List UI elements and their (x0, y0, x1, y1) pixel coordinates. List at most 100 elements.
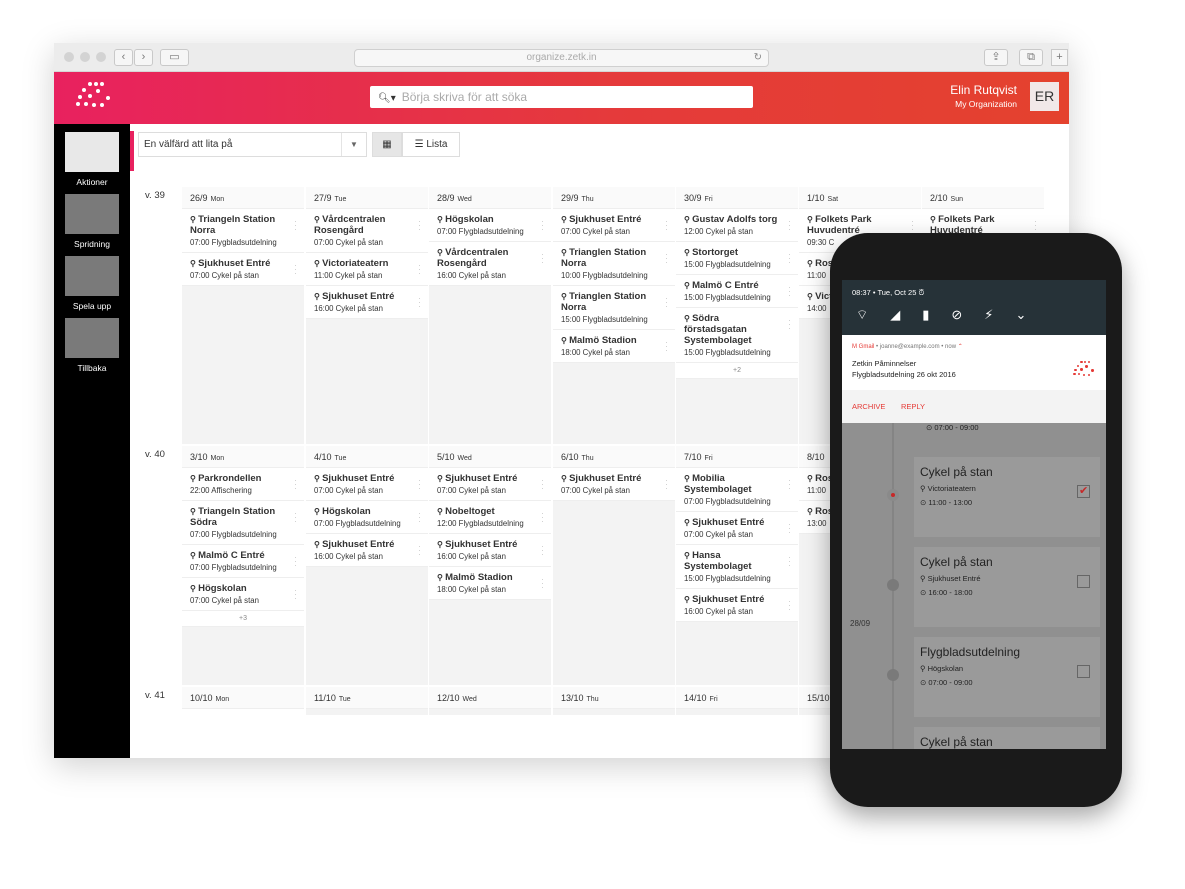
sidebar-item-spridning[interactable]: Spridning (65, 194, 119, 249)
reply-button[interactable]: REPLY (901, 402, 925, 411)
sidebar-item-tillbaka[interactable]: Tillbaka (65, 318, 119, 373)
event-item[interactable]: ⚲ Södra förstadsgatan Systembolaget 15:00… (676, 308, 798, 363)
event-item[interactable]: ⚲ Malmö Stadion 18:00 Cykel på stan · · · (429, 567, 551, 600)
kebab-menu-icon[interactable]: ··· (294, 217, 297, 234)
kebab-menu-icon[interactable]: ··· (788, 553, 791, 570)
kebab-menu-icon[interactable]: ··· (665, 476, 668, 493)
kebab-menu-icon[interactable]: ··· (788, 283, 791, 300)
kebab-menu-icon[interactable]: ··· (788, 316, 791, 333)
new-tab-icon[interactable]: + (1051, 49, 1068, 66)
more-events-link[interactable]: +2 (676, 363, 798, 379)
kebab-menu-icon[interactable]: ··· (788, 476, 791, 493)
event-item[interactable]: ⚲ Sjukhuset Entré 16:00 Cykel på stan · · · (429, 534, 551, 567)
kebab-menu-icon[interactable]: ··· (418, 217, 421, 234)
event-item[interactable]: ⚲ Sjukhuset Entré 16:00 Cykel på stan · · · (676, 589, 798, 622)
user-info[interactable]: Elin Rutqvist My Organization (950, 83, 1017, 109)
sidebar-item-spela-upp[interactable]: Spela upp (65, 256, 119, 311)
event-item[interactable]: ⚲ Nobeltoget 12:00 Flygbladsutdelning · · · (429, 501, 551, 534)
event-item[interactable]: ⚲ Sjukhuset Entré 07:00 Cykel på stan · · · (429, 468, 551, 501)
event-item[interactable]: ⚲ Sjukhuset Entré 07:00 Cykel på stan · · · (306, 468, 428, 501)
zetkin-logo[interactable] (74, 82, 114, 114)
kebab-menu-icon[interactable]: ··· (294, 476, 297, 493)
kebab-menu-icon[interactable]: ··· (541, 542, 544, 559)
tabs-icon[interactable]: ⧉ (1019, 49, 1043, 66)
kebab-menu-icon[interactable]: ··· (294, 586, 297, 603)
kebab-menu-icon[interactable]: ··· (418, 476, 421, 493)
event-item[interactable]: ⚲ Parkrondellen22:00 Affischering··· (182, 468, 304, 501)
kebab-menu-icon[interactable]: ··· (541, 250, 544, 267)
attend-checkbox[interactable] (1077, 665, 1090, 678)
agenda-card[interactable]: Cykel på stan ⚲ Sjukhuset Entré ⊙ 16:00 - … (914, 547, 1100, 627)
event-item[interactable]: ⚲ Sjukhuset Entré 07:00 Cykel på stan · · · (553, 468, 675, 501)
kebab-menu-icon[interactable]: ··· (418, 261, 421, 278)
event-item[interactable]: ⚲ Victoriateatern 11:00 Cykel på stan · · · (306, 253, 428, 286)
event-item[interactable]: ⚲ Vårdcentralen Rosengård 16:00 Cykel på … (429, 242, 551, 286)
attend-checkbox[interactable]: ✔ (1077, 485, 1090, 498)
kebab-menu-icon[interactable]: ··· (665, 338, 668, 355)
share-icon[interactable]: ⇪ (984, 49, 1008, 66)
event-item[interactable]: ⚲ Vårdcentralen Rosengård 07:00 Cykel på … (306, 209, 428, 253)
event-item[interactable]: ⚲ Parkrondellen22:00 Affischering··· (182, 709, 304, 715)
kebab-menu-icon[interactable]: ··· (294, 553, 297, 570)
kebab-menu-icon[interactable]: ··· (788, 597, 791, 614)
event-item[interactable]: ⚲ Gustav Adolfs torg 12:00 Cykel på stan ·… (676, 209, 798, 242)
archive-button[interactable]: ARCHIVE (852, 402, 885, 411)
kebab-menu-icon[interactable]: ··· (665, 250, 668, 267)
kebab-menu-icon[interactable]: ··· (418, 542, 421, 559)
event-item[interactable]: ⚲ Sjukhuset Entré 07:00 Cykel på stan · · · (553, 209, 675, 242)
minimize-dot[interactable] (80, 52, 90, 62)
event-item[interactable]: ⚲ Trianglen Station Norra 10:00 Flygblads… (553, 242, 675, 286)
search-input[interactable]: 🔍︎▾ Börja skriva för att söka (370, 86, 753, 108)
back-icon[interactable]: ‹ (114, 49, 133, 66)
agenda-card[interactable]: Cykel på stan ⚲ Victoriateatern ⊙ 11:00 - … (914, 457, 1100, 537)
quick-settings[interactable]: ⌔◢▮⊘⚡︎⌄ (856, 307, 1048, 323)
kebab-menu-icon[interactable]: ··· (911, 217, 914, 234)
event-item[interactable]: ⚲ Malmö C Entré 07:00 Flygbladsutdelning ·… (182, 545, 304, 578)
kebab-menu-icon[interactable]: ··· (418, 294, 421, 311)
kebab-menu-icon[interactable]: ··· (788, 250, 791, 267)
event-item[interactable]: ⚲ Hansa Systembolaget 15:00 Flygbladsutde… (676, 545, 798, 589)
event-title: Vårdcentralen Rosengård (314, 214, 386, 236)
avatar[interactable]: ER (1030, 82, 1059, 111)
agenda-card[interactable]: Flygbladsutdelning ⚲ Högskolan ⊙ 07:00 - 0… (914, 637, 1100, 717)
sidebar-item-aktioner[interactable]: Aktioner (65, 132, 119, 187)
more-events-link[interactable]: +3 (182, 611, 304, 627)
maximize-dot[interactable] (96, 52, 106, 62)
reload-icon[interactable]: ↻ (754, 50, 762, 66)
close-dot[interactable] (64, 52, 74, 62)
day-weekday: Thu (581, 455, 594, 462)
event-item[interactable]: ⚲ Triangeln Station Norra 07:00 Flygblads… (182, 209, 304, 253)
attend-checkbox[interactable] (1077, 575, 1090, 588)
event-item[interactable]: ⚲ Sjukhuset Entré 16:00 Cykel på stan · · · (306, 286, 428, 319)
address-bar[interactable]: organize.zetk.in ↻ (354, 49, 769, 67)
event-item[interactable]: ⚲ Högskolan 07:00 Flygbladsutdelning · · · (306, 501, 428, 534)
notification-body: Flygbladsutdelning 26 okt 2016 (852, 370, 956, 379)
forward-icon[interactable]: › (134, 49, 153, 66)
kebab-menu-icon[interactable]: ··· (788, 217, 791, 234)
event-item[interactable]: ⚲ Malmö Stadion 18:00 Cykel på stan · · · (553, 330, 675, 363)
kebab-menu-icon[interactable]: ··· (541, 217, 544, 234)
kebab-menu-icon[interactable]: ··· (294, 509, 297, 526)
kebab-menu-icon[interactable]: ··· (294, 261, 297, 278)
event-item[interactable]: ⚲ Sjukhuset Entré 07:00 Cykel på stan · · · (676, 512, 798, 545)
kebab-menu-icon[interactable]: ··· (665, 217, 668, 234)
kebab-menu-icon[interactable]: ··· (418, 509, 421, 526)
event-item[interactable]: ⚲ Mobilia Systembolaget 07:00 Flygbladsut… (676, 468, 798, 512)
kebab-menu-icon[interactable]: ··· (1034, 217, 1037, 234)
event-item[interactable]: ⚲ Högskolan 07:00 Cykel på stan · · · (182, 578, 304, 611)
kebab-menu-icon[interactable]: ··· (788, 520, 791, 537)
event-item[interactable]: ⚲ Högskolan 07:00 Flygbladsutdelning · · · (429, 209, 551, 242)
event-item[interactable]: ⚲ Trianglen Station Norra 15:00 Flygblads… (553, 286, 675, 330)
event-item[interactable]: ⚲ Malmö C Entré 15:00 Flygbladsutdelning ·… (676, 275, 798, 308)
agenda-list: ⊙ 07:00 - 09:00 28/09 Cykel på stan ⚲ Vic… (842, 423, 1106, 749)
sidebar-toggle-icon[interactable]: ▭ (160, 49, 189, 66)
event-item[interactable]: ⚲ Stortorget 15:00 Flygbladsutdelning · · · (676, 242, 798, 275)
kebab-menu-icon[interactable]: ··· (665, 294, 668, 311)
kebab-menu-icon[interactable]: ··· (541, 575, 544, 592)
kebab-menu-icon[interactable]: ··· (541, 476, 544, 493)
kebab-menu-icon[interactable]: ··· (541, 509, 544, 526)
event-item[interactable]: ⚲ Triangeln Station Södra 07:00 Flygblads… (182, 501, 304, 545)
agenda-card[interactable]: Cykel på stan⚲ Vårdcentralen Rosengård (914, 727, 1100, 749)
event-item[interactable]: ⚲ Sjukhuset Entré 07:00 Cykel på stan · · · (182, 253, 304, 286)
event-item[interactable]: ⚲ Sjukhuset Entré 16:00 Cykel på stan · · · (306, 534, 428, 567)
